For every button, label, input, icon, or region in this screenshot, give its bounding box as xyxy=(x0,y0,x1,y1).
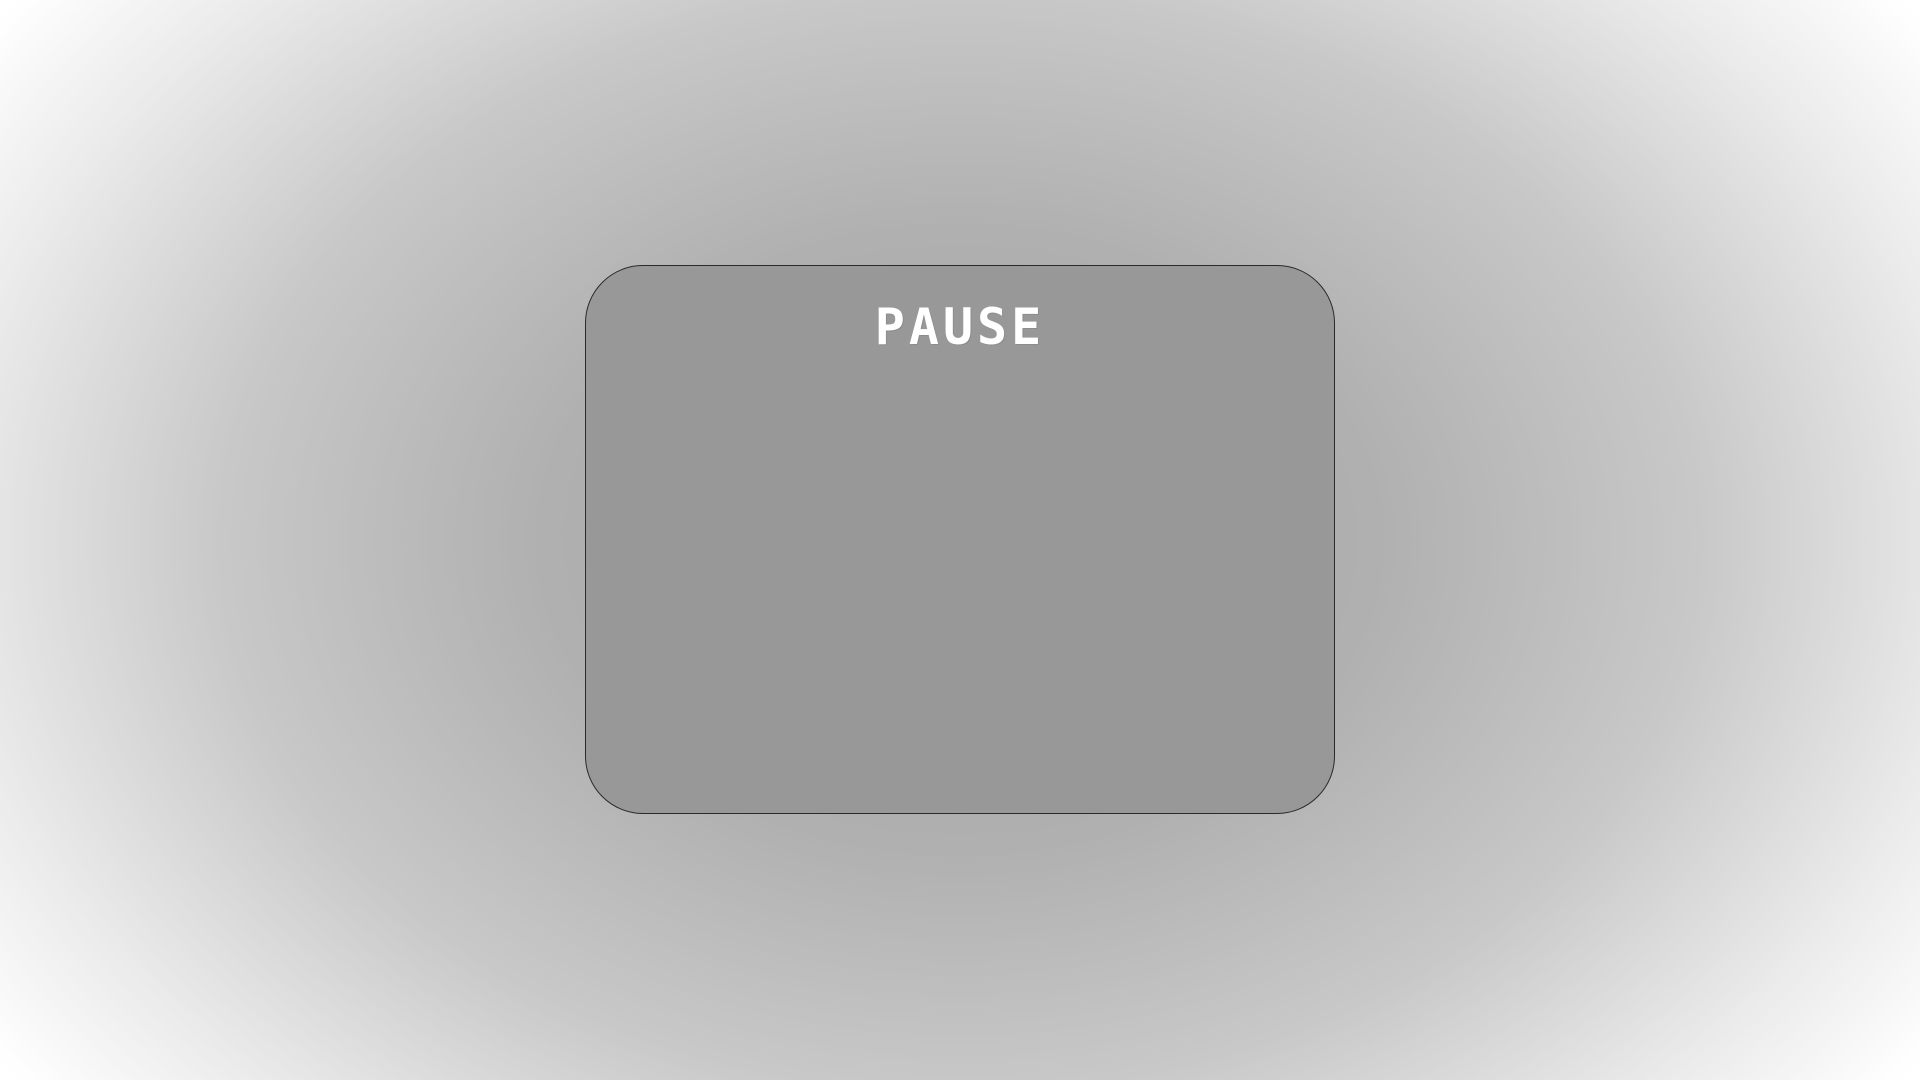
pause-title: PAUSE xyxy=(874,298,1046,356)
pause-menu-panel: PAUSE xyxy=(585,265,1335,814)
